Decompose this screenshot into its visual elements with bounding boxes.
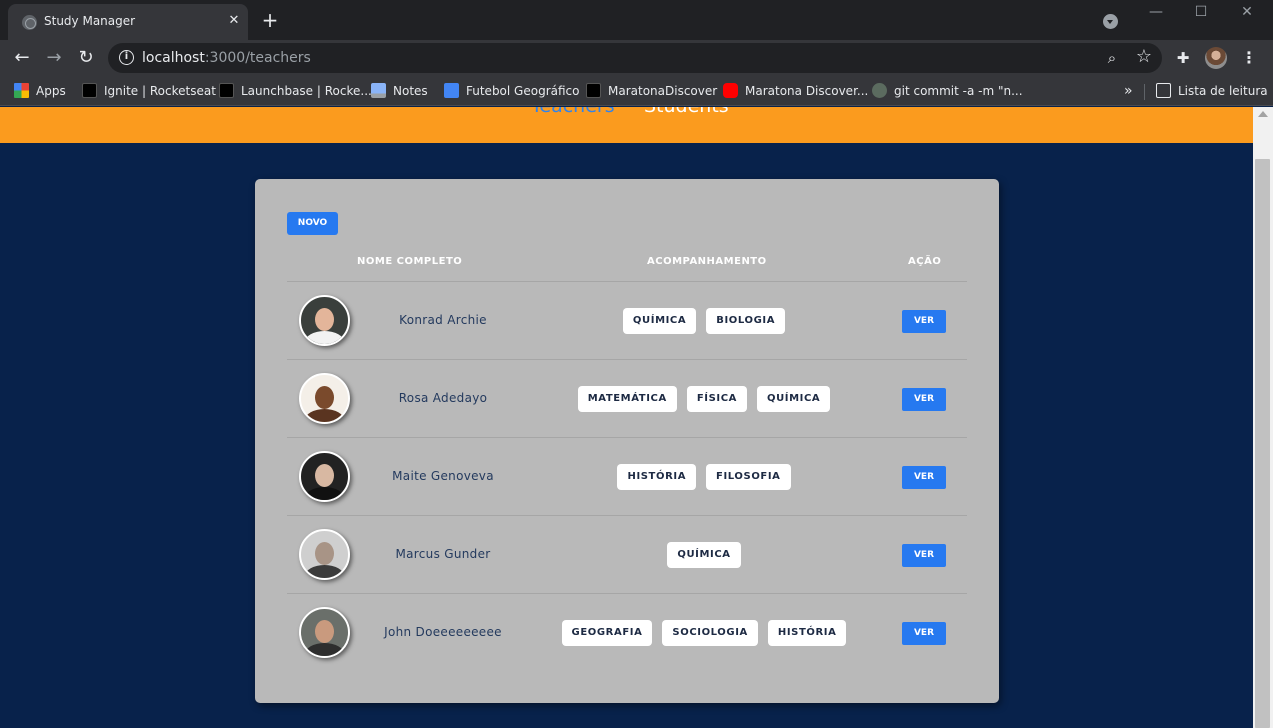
site-header: Teachers Students [0,107,1253,143]
reading-list-icon [1156,83,1171,98]
view-button[interactable]: VER [902,466,946,489]
scrollbar-thumb[interactable] [1255,159,1270,728]
teacher-avatar [299,451,350,502]
profile-avatar[interactable] [1205,47,1227,69]
subject-tag: FÍSICA [686,386,747,412]
teacher-avatar [299,373,350,424]
page-viewport: Teachers Students NOVO NOME COMPLETO ACO… [0,107,1253,728]
bookmark-maratona[interactable]: MaratonaDiscover [586,81,717,101]
rocketseat-icon [82,83,97,98]
table-row: Rosa Adedayo MATEMÁTICA FÍSICA QUÍMICA V… [287,359,967,437]
bookmark-notes[interactable]: Notes [371,81,428,101]
bookmark-git[interactable]: git commit -a -m "n... [872,81,1023,101]
scroll-up-arrow-icon[interactable] [1258,111,1268,117]
view-button[interactable]: VER [902,622,946,645]
column-header-subjects: ACOMPANHAMENTO [647,256,767,267]
page-scrollbar[interactable] [1253,107,1273,728]
tab-search-icon[interactable] [1103,14,1118,29]
teacher-name: John Doeeeeeeeee [384,625,502,639]
subject-tags: QUÍMICA [517,542,891,568]
new-teacher-button[interactable]: NOVO [287,212,338,235]
more-bookmarks-icon[interactable]: » [1124,81,1133,101]
reload-icon[interactable]: ↻ [72,44,100,72]
git-icon [872,83,887,98]
close-tab-icon[interactable]: ✕ [226,11,242,31]
nav-students-link[interactable]: Students [644,107,729,117]
subject-tag: QUÍMICA [667,542,741,568]
subject-tag: FILOSOFIA [706,464,791,490]
subject-tags: GEOGRAFIA SOCIOLOGIA HISTÓRIA [517,620,891,646]
view-button[interactable]: VER [902,310,946,333]
subject-tag: BIOLOGIA [706,308,786,334]
bookmarks-bar: Apps Ignite | Rocketseat Launchbase | Ro… [0,76,1273,106]
browser-tab-bar: Study Manager ✕ + — ☐ ✕ [0,0,1273,40]
close-window-button[interactable]: ✕ [1224,0,1270,24]
table-row: Maite Genoveva HISTÓRIA FILOSOFIA VER [287,437,967,515]
tab-title: Study Manager [44,14,136,28]
bookmarks-divider [1144,84,1145,100]
browser-tab[interactable]: Study Manager ✕ [8,4,248,40]
rocketseat-icon [219,83,234,98]
subject-tags: QUÍMICA BIOLOGIA [517,308,891,334]
reading-list-button[interactable]: Lista de leitura [1156,81,1268,101]
subject-tags: MATEMÁTICA FÍSICA QUÍMICA [517,386,891,412]
table-row: Konrad Archie QUÍMICA BIOLOGIA VER [287,281,967,359]
url-text[interactable]: localhost:3000/teachers [142,50,311,66]
bookmark-maratona-yt[interactable]: Maratona Discover... [723,81,868,101]
teacher-avatar [299,295,350,346]
teacher-name: Maite Genoveva [392,469,494,483]
bookmark-star-icon[interactable]: ☆ [1134,47,1154,67]
subject-tag: SOCIOLOGIA [662,620,758,646]
teacher-avatar [299,607,350,658]
browser-toolbar: ← → ↻ i localhost:3000/teachers ⌕ ☆ ✚ ⋮ [0,40,1273,76]
bookmark-launchbase[interactable]: Launchbase | Rocke... [219,81,372,101]
bookmark-futebol[interactable]: Futebol Geográfico [444,81,579,101]
column-header-name: NOME COMPLETO [357,256,463,267]
teacher-avatar [299,529,350,580]
new-tab-button[interactable]: + [258,8,282,32]
subject-tags: HISTÓRIA FILOSOFIA [517,464,891,490]
teacher-name: Rosa Adedayo [398,391,488,405]
teacher-name: Marcus Gunder [395,547,491,561]
forward-arrow-icon[interactable]: → [40,44,68,72]
back-arrow-icon[interactable]: ← [8,44,36,72]
subject-tag: HISTÓRIA [617,464,697,490]
extensions-puzzle-icon[interactable]: ✚ [1173,48,1193,68]
maximize-window-button[interactable]: ☐ [1178,0,1224,24]
table-row: John Doeeeeeeeee GEOGRAFIA SOCIOLOGIA HI… [287,593,967,671]
apps-icon [14,83,29,98]
browser-menu-icon[interactable]: ⋮ [1239,48,1259,68]
subject-tag: GEOGRAFIA [561,620,653,646]
address-bar[interactable]: i localhost:3000/teachers ⌕ ☆ [108,43,1162,73]
laptop-icon [371,83,386,98]
teacher-name: Konrad Archie [399,313,487,327]
docs-icon [444,83,459,98]
subject-tag: HISTÓRIA [767,620,847,646]
page-icon [586,83,601,98]
subject-tag: QUÍMICA [756,386,831,412]
globe-icon [22,15,37,30]
view-button[interactable]: VER [902,544,946,567]
nav-teachers-link[interactable]: Teachers [531,107,615,117]
bookmark-ignite[interactable]: Ignite | Rocketseat [82,81,216,101]
site-info-icon[interactable]: i [119,50,134,65]
minimize-window-button[interactable]: — [1133,0,1179,24]
subject-tag: MATEMÁTICA [577,386,677,412]
view-button[interactable]: VER [902,388,946,411]
subject-tag: QUÍMICA [622,308,697,334]
teachers-card: NOVO NOME COMPLETO ACOMPANHAMENTO AÇÃO K… [255,179,999,703]
youtube-icon [723,83,738,98]
bookmark-apps[interactable]: Apps [14,81,66,101]
column-header-action: AÇÃO [908,256,942,267]
zoom-icon[interactable]: ⌕ [1102,48,1122,68]
table-row: Marcus Gunder QUÍMICA VER [287,515,967,593]
